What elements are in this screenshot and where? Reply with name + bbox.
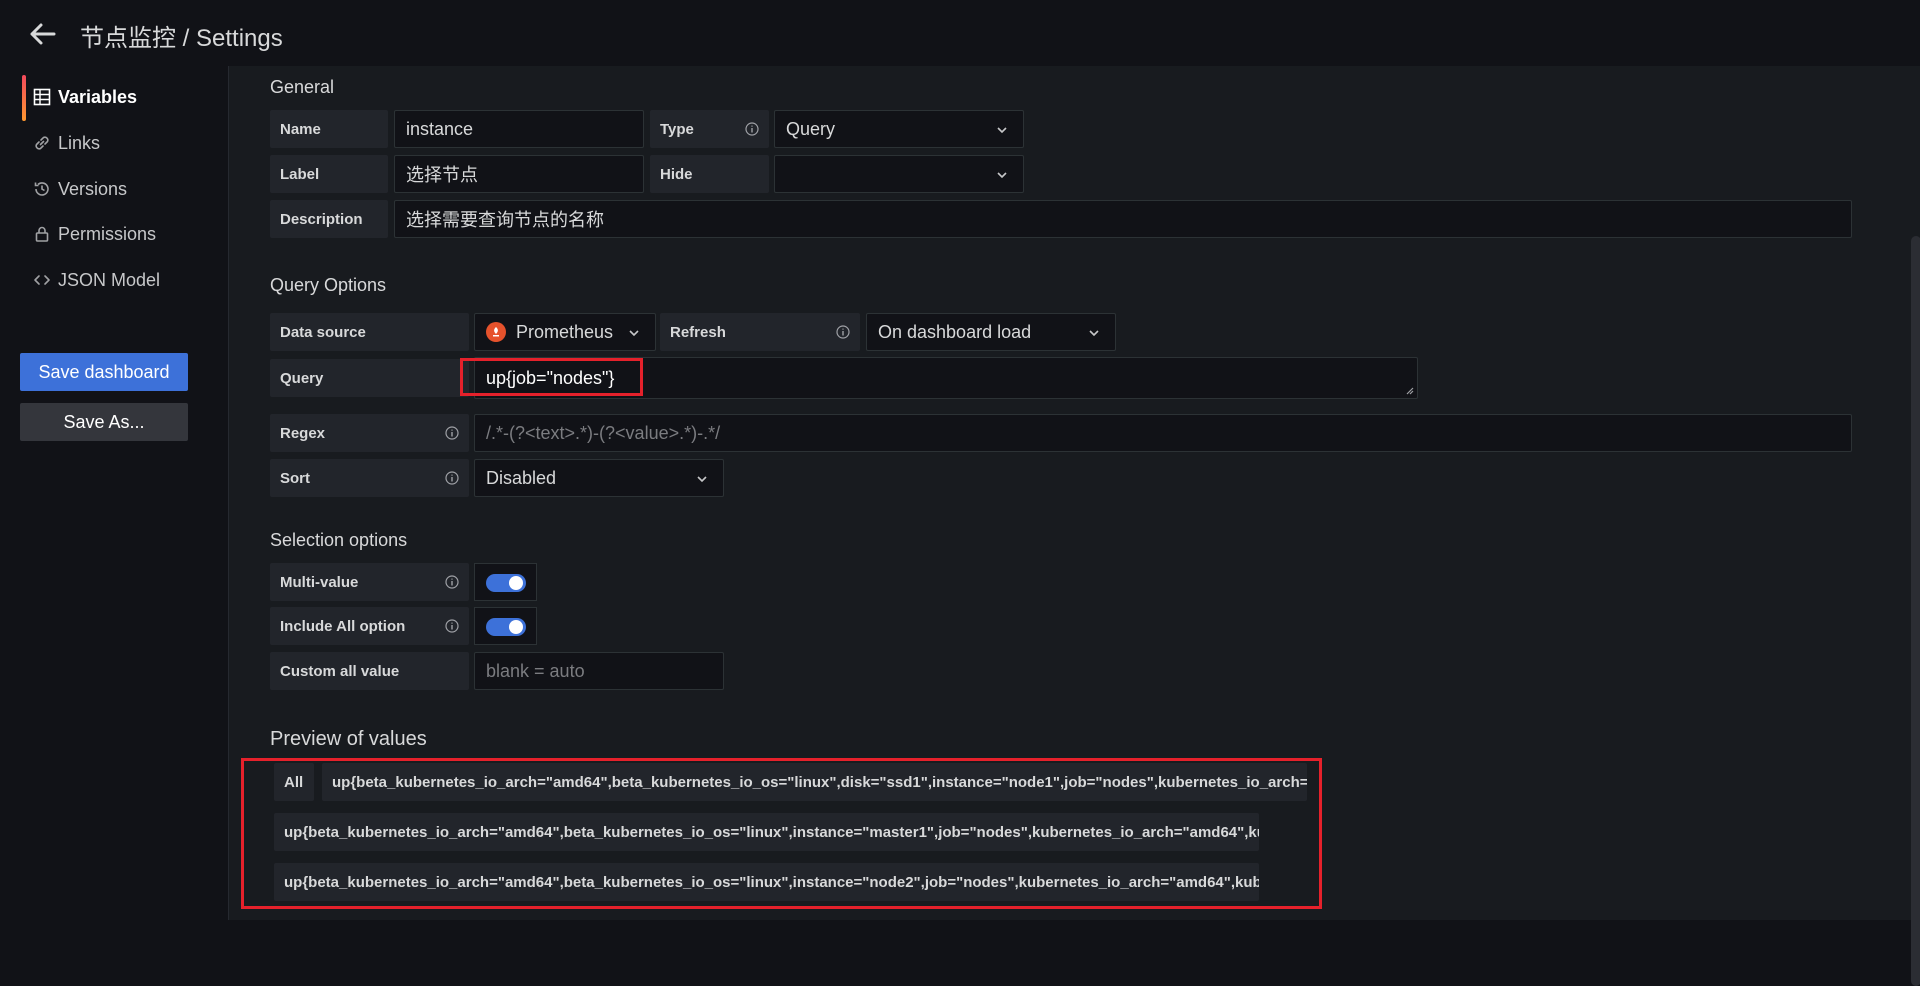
query-label: Query [270, 359, 469, 397]
include-all-label: Include All option [270, 607, 469, 645]
section-title-query-options: Query Options [270, 275, 387, 295]
back-arrow-icon[interactable] [26, 18, 58, 50]
type-select-value: Query [786, 118, 836, 139]
top-bar: 节点监控 / Settings [0, 0, 1920, 66]
chevron-down-icon [629, 330, 639, 337]
info-icon[interactable] [836, 325, 850, 339]
info-icon[interactable] [445, 471, 459, 485]
section-title-preview: Preview of values [270, 728, 427, 750]
multi-value-label-text: Multi-value [280, 573, 359, 591]
multi-value-toggle-cell [474, 563, 537, 601]
highlight-box-query [460, 358, 643, 396]
sidebar-item-label: Permissions [58, 223, 157, 244]
chevron-down-icon [997, 127, 1007, 134]
sidebar-item-versions[interactable]: Versions [22, 172, 212, 206]
sidebar-item-label: Variables [58, 86, 138, 107]
refresh-value: On dashboard load [878, 321, 1032, 342]
refresh-select[interactable]: On dashboard load [866, 313, 1116, 351]
sort-label: Sort [270, 459, 469, 497]
toggle-knob [509, 576, 523, 590]
section-title-general: General [270, 77, 335, 97]
sidebar-item-permissions[interactable]: Permissions [22, 217, 212, 251]
hide-label: Hide [650, 155, 769, 193]
prometheus-icon [486, 322, 506, 342]
variables-icon [32, 87, 52, 107]
name-input[interactable]: instance [394, 110, 644, 148]
refresh-label-text: Refresh [670, 323, 726, 341]
sidebar-item-links[interactable]: Links [22, 126, 212, 160]
sort-value: Disabled [486, 467, 557, 488]
link-icon [32, 133, 52, 153]
description-label: Description [270, 200, 388, 238]
multi-value-label: Multi-value [270, 563, 469, 601]
page-title: 节点监控 / Settings [80, 25, 283, 52]
regex-label: Regex [270, 414, 469, 452]
regex-input[interactable]: /.*-(?<text>.*)-(?<value>.*)-.*/ [474, 414, 1852, 452]
vertical-scrollbar[interactable] [1911, 236, 1920, 986]
datasource-label: Data source [270, 313, 469, 351]
hide-select[interactable] [774, 155, 1024, 193]
chevron-down-icon [1089, 330, 1099, 337]
lock-icon [32, 224, 52, 244]
sidebar-item-label: JSON Model [58, 269, 161, 290]
code-icon [32, 270, 52, 290]
include-all-toggle-cell [474, 607, 537, 645]
chevron-down-icon [997, 172, 1007, 179]
info-icon[interactable] [445, 426, 459, 440]
include-all-toggle[interactable] [486, 618, 526, 636]
refresh-label: Refresh [660, 313, 860, 351]
datasource-select[interactable]: Prometheus [474, 313, 656, 351]
history-icon [32, 179, 52, 199]
resize-handle-icon[interactable] [1404, 385, 1414, 395]
sidebar-item-label: Links [58, 132, 101, 153]
sort-select[interactable]: Disabled [474, 459, 724, 497]
custom-all-label: Custom all value [270, 652, 469, 690]
type-label-text: Type [660, 120, 694, 138]
include-all-label-text: Include All option [280, 617, 406, 635]
sidebar-item-label: Versions [58, 178, 128, 199]
type-select[interactable]: Query [774, 110, 1024, 148]
sidebar-item-json-model[interactable]: JSON Model [22, 263, 212, 297]
datasource-value: Prometheus [516, 321, 614, 342]
info-icon[interactable] [445, 619, 459, 633]
custom-all-input[interactable]: blank = auto [474, 652, 724, 690]
info-icon[interactable] [745, 122, 759, 136]
type-label: Type [650, 110, 769, 148]
save-dashboard-button[interactable]: Save dashboard [20, 353, 188, 391]
highlight-box-preview [241, 758, 1322, 909]
info-icon[interactable] [445, 575, 459, 589]
toggle-knob [509, 620, 523, 634]
multi-value-toggle[interactable] [486, 574, 526, 592]
section-title-selection-options: Selection options [270, 530, 408, 550]
label-label: Label [270, 155, 388, 193]
name-label: Name [270, 110, 388, 148]
save-as-button[interactable]: Save As... [20, 403, 188, 441]
sort-label-text: Sort [280, 469, 310, 487]
description-input[interactable]: 选择需要查询节点的名称 [394, 200, 1852, 238]
regex-label-text: Regex [280, 424, 326, 442]
chevron-down-icon [697, 476, 707, 483]
label-input[interactable]: 选择节点 [394, 155, 644, 193]
sidebar-item-variables[interactable]: Variables [22, 80, 212, 114]
